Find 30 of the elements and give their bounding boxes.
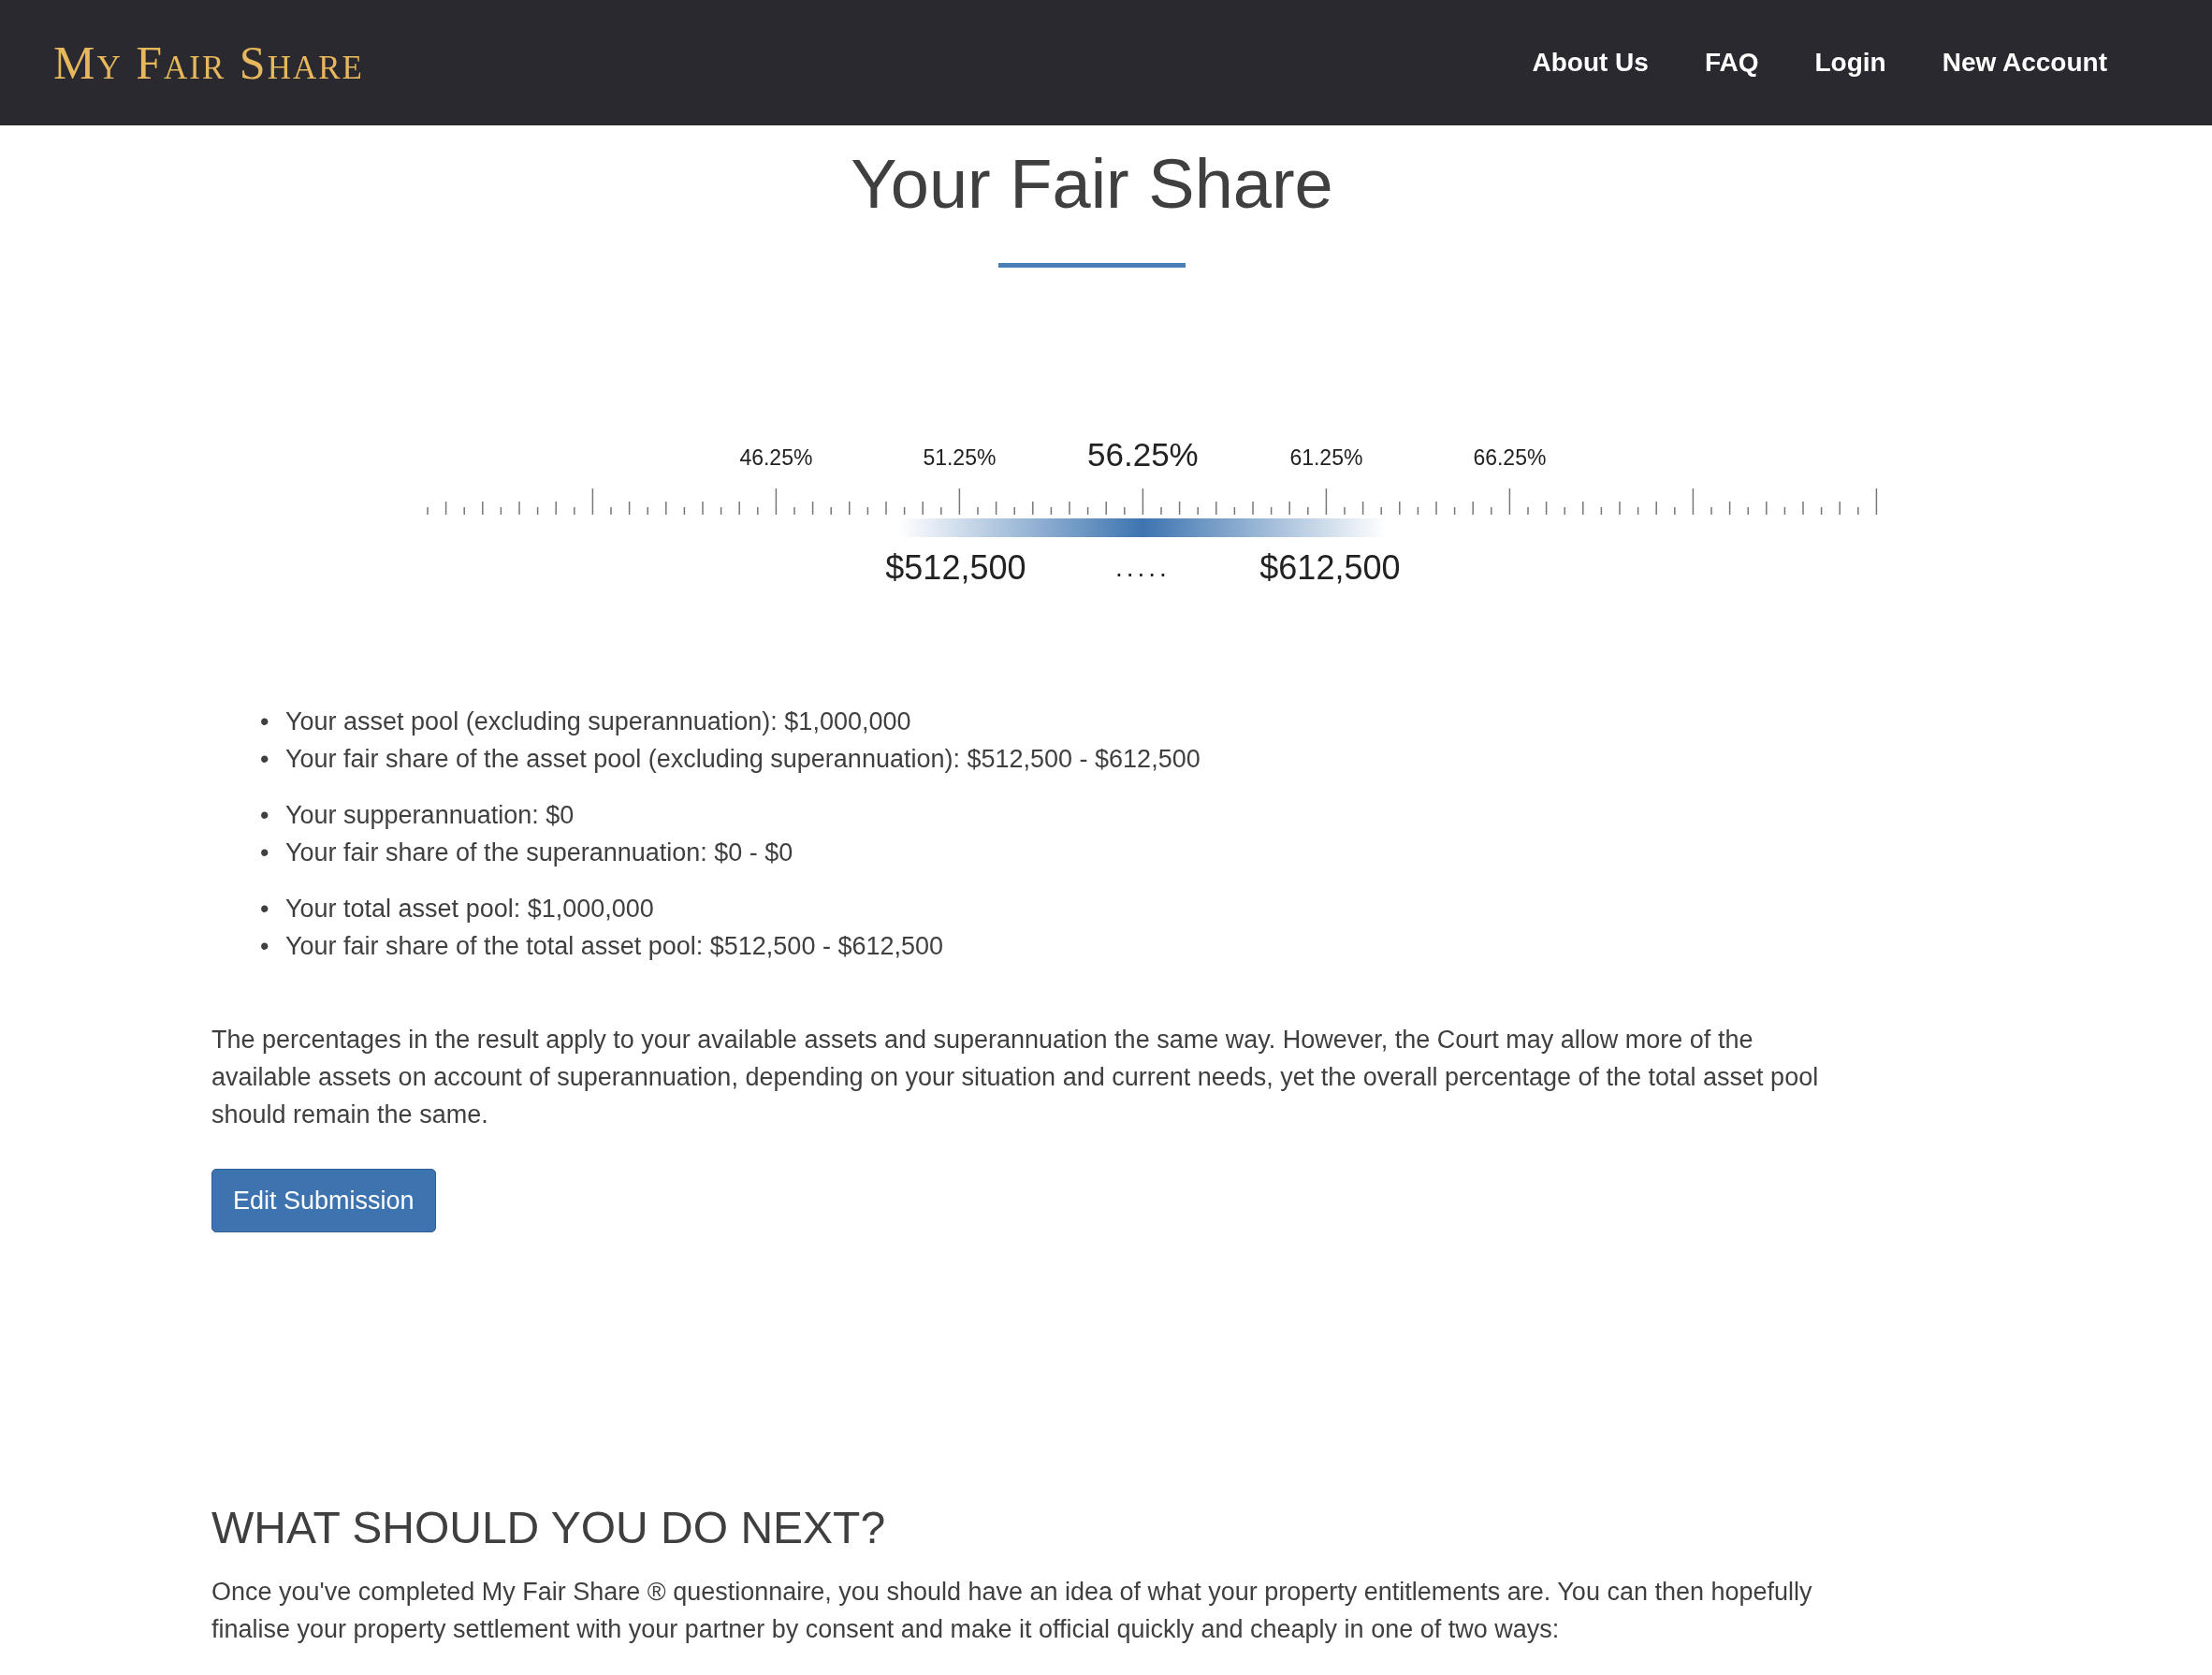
- nav-link[interactable]: New Account: [1942, 48, 2107, 78]
- percent-label: 56.25%: [1087, 436, 1199, 474]
- range-separator: .....: [1114, 553, 1171, 584]
- summary-item: Your asset pool (excluding superannuation): $1,000,000: [285, 706, 911, 738]
- bullet: •: [260, 706, 270, 738]
- bullet: •: [260, 800, 270, 832]
- summary-item: Your fair share of the asset pool (excluding superannuation): $512,500 - $612,500: [285, 744, 1201, 776]
- summary-item: Your fair share of the total asset pool: $512,500 - $612,500: [285, 931, 943, 963]
- nav-link[interactable]: About Us: [1532, 48, 1649, 78]
- summary-item: Your fair share of the superannuation: $0 - $0: [285, 838, 793, 869]
- bullet: •: [260, 931, 270, 963]
- next-steps-paragraph: Once you've completed My Fair Share ® questionnaire, you should have an idea of what your property entitlements are. You can then hopefully finalise your property settlement with your partner by consent and make it official quickly and cheaply in one of two ways:: [211, 1577, 1813, 1646]
- bullet: •: [260, 894, 270, 925]
- percent-label: 66.25%: [1473, 445, 1547, 472]
- section-heading: WHAT SHOULD YOU DO NEXT?: [211, 1504, 887, 1554]
- nav-link[interactable]: Login: [1814, 48, 1886, 78]
- nav-link[interactable]: FAQ: [1704, 48, 1759, 78]
- percent-label: 46.25%: [739, 445, 813, 472]
- range-high-value: $612,500: [1259, 548, 1401, 589]
- summary-item: Your total asset pool: $1,000,000: [285, 894, 654, 925]
- page-title: Your Fair Share: [850, 146, 1334, 223]
- note-paragraph: The percentages in the result apply to your available assets and superannuation the same way. However, the Court may allow more of the available assets on account of superannuation, depending on your situation and current needs, yet the overall percentage of the total asset pool should remain the same.: [211, 1025, 1820, 1131]
- range-low-value: $512,500: [885, 548, 1026, 589]
- percent-label: 51.25%: [923, 445, 997, 472]
- site-logo[interactable]: My Fair Share: [53, 36, 364, 90]
- edit-submission-button[interactable]: Edit Submission: [211, 1169, 436, 1233]
- bullet: •: [260, 838, 270, 869]
- bullet: •: [260, 744, 270, 776]
- summary-item: Your supperannuation: $0: [285, 800, 575, 832]
- percent-label: 61.25%: [1289, 445, 1363, 472]
